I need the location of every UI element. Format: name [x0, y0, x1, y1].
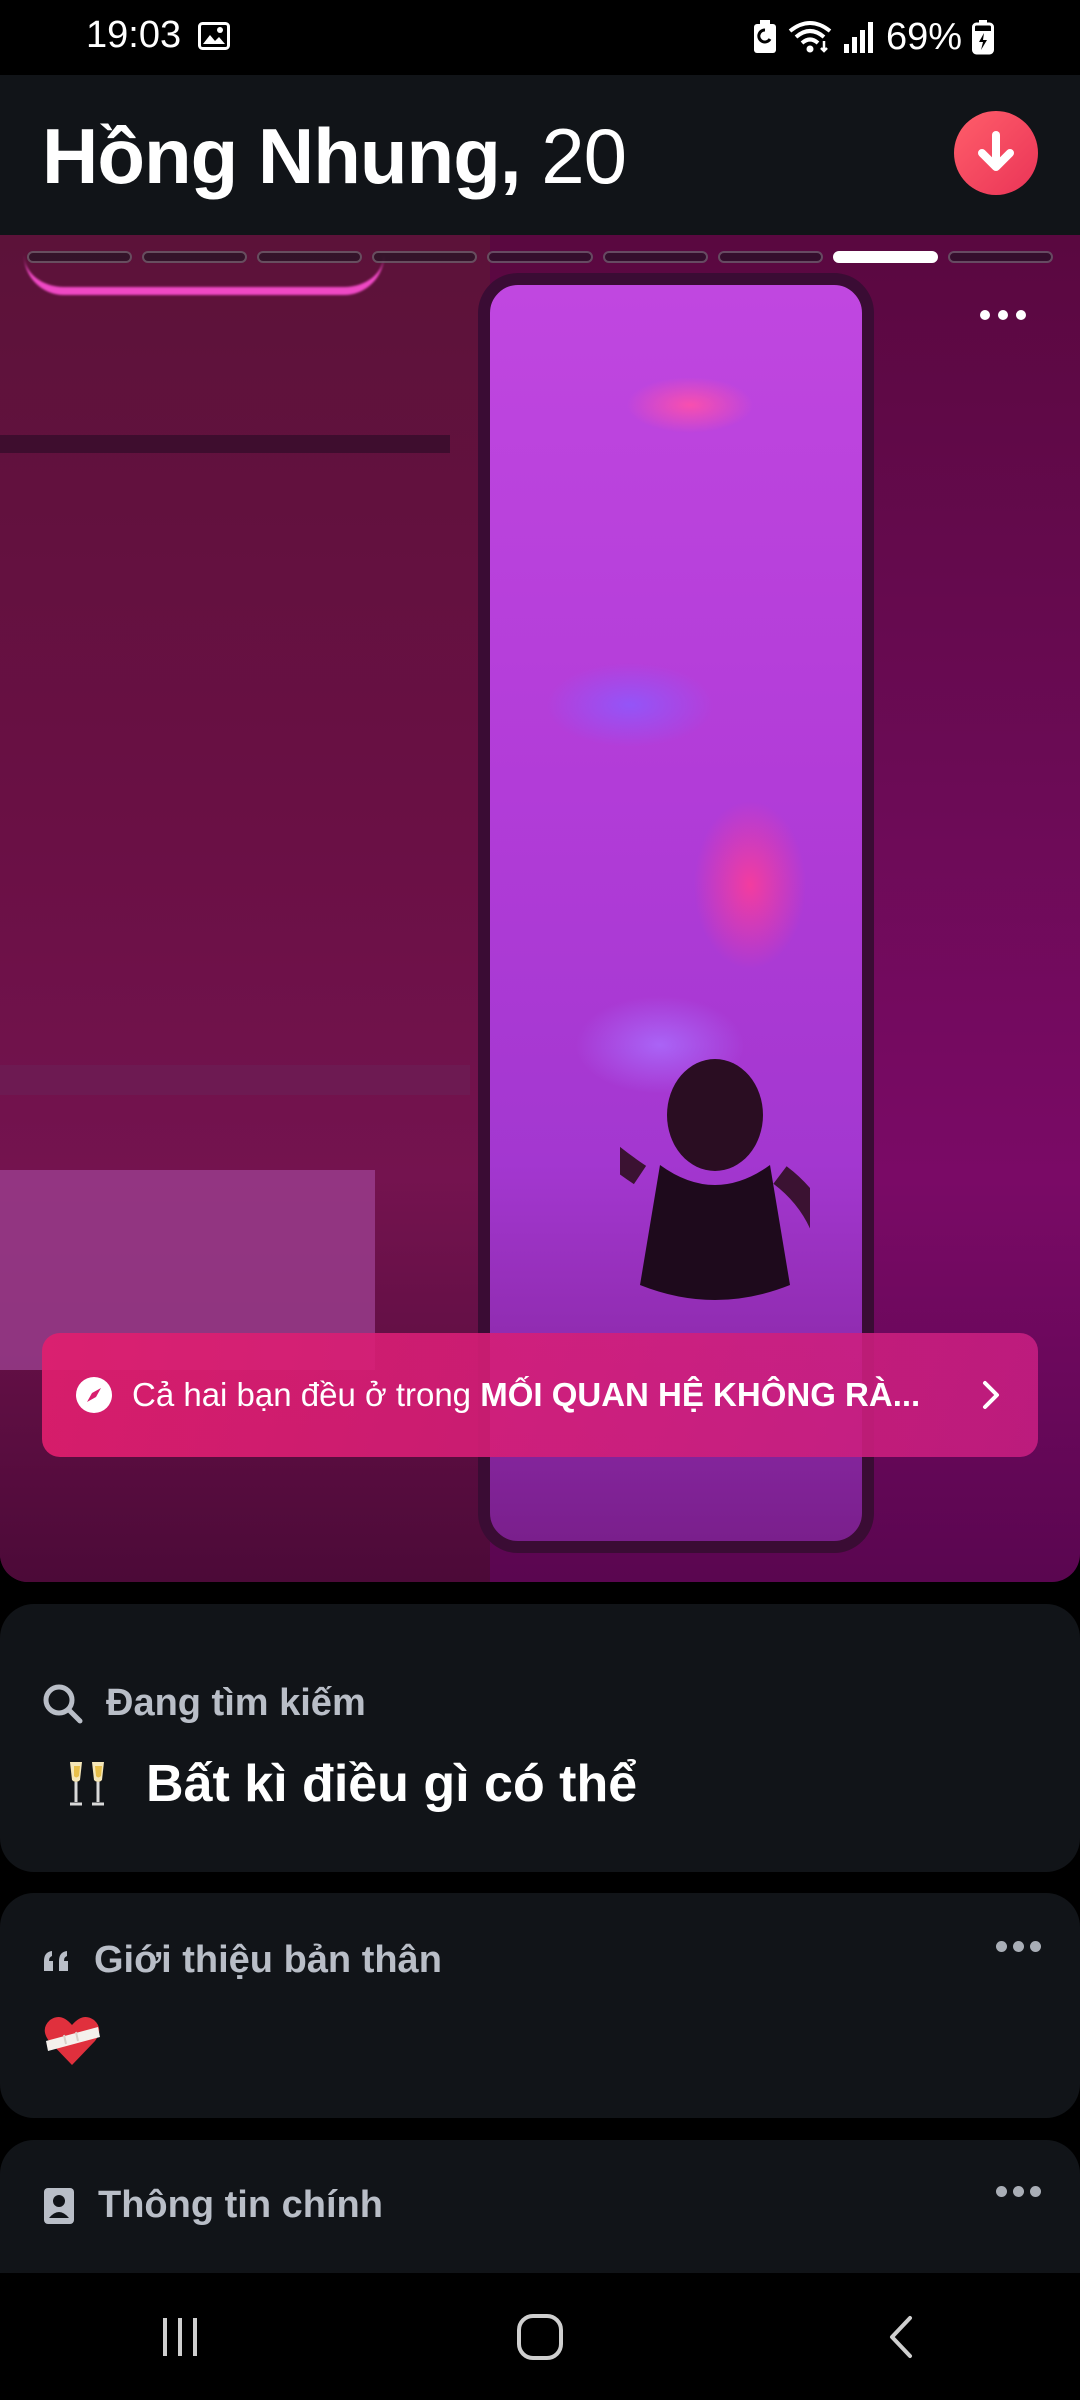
looking-for-value-row: Bất kì điều gì có thể	[64, 1754, 637, 1814]
arrow-down-icon	[978, 131, 1014, 171]
about-me-label: Giới thiệu bản thân	[94, 1939, 442, 1981]
chevron-right-icon	[983, 1381, 999, 1409]
battery-saver-icon	[753, 20, 776, 53]
system-navigation-bar	[0, 2273, 1080, 2400]
compass-icon	[76, 1377, 112, 1413]
photo-progress-segment	[372, 251, 478, 263]
more-dot-icon	[998, 310, 1008, 320]
basics-more-button[interactable]	[996, 2184, 1050, 2198]
photo-desk	[0, 1065, 470, 1095]
about-me-card: Giới thiệu bản thân	[0, 1893, 1080, 2118]
photo-progress-segment	[947, 251, 1053, 263]
about-me-header: Giới thiệu bản thân	[42, 1939, 442, 1982]
photo-progress-segment	[142, 251, 248, 263]
more-dot-icon	[1030, 1940, 1041, 1952]
more-dot-icon	[1013, 2185, 1024, 2197]
photo-progress-segment	[27, 251, 133, 263]
photo-progress-segment	[487, 251, 593, 263]
photo-progress-segment	[717, 251, 823, 263]
more-dot-icon	[1013, 1940, 1024, 1952]
looking-for-value: Bất kì điều gì có thể	[146, 1755, 638, 1813]
more-dot-icon	[1016, 310, 1026, 320]
bandaged-heart-icon	[44, 2016, 100, 2065]
gallery-notification-icon	[198, 22, 230, 50]
recent-apps-button[interactable]	[135, 2292, 225, 2382]
battery-charging-icon	[972, 20, 994, 55]
search-icon	[43, 1684, 83, 1723]
back-button[interactable]	[855, 2292, 945, 2382]
photo-progress-segment	[257, 251, 363, 263]
home-button[interactable]	[495, 2292, 585, 2382]
back-icon	[890, 2315, 912, 2358]
home-icon	[517, 2313, 563, 2360]
banner-prefix: Cả hai bạn đều ở trong	[132, 1376, 481, 1413]
looking-for-header: Đang tìm kiếm	[42, 1682, 366, 1725]
looking-for-card: Đang tìm kiếm Bất kì điều gì có thể	[0, 1604, 1080, 1872]
about-me-more-button[interactable]	[996, 1939, 1050, 1953]
more-dot-icon	[1030, 2185, 1041, 2197]
wifi-icon	[788, 21, 832, 53]
looking-for-label: Đang tìm kiếm	[106, 1682, 366, 1724]
neon-light	[24, 235, 384, 295]
photo-more-options-button[interactable]	[980, 303, 1040, 327]
champagne-glasses-icon	[70, 1762, 104, 1806]
photo-progress-segment-active	[832, 251, 938, 263]
banner-highlight: MỐI QUAN HỆ KHÔNG RÀ...	[480, 1376, 921, 1413]
status-right: 69%	[752, 14, 994, 60]
close-profile-button[interactable]	[954, 111, 1038, 195]
signal-icon	[843, 22, 873, 53]
banner-text: Cả hai bạn đều ở trong MỐI QUAN HỆ KHÔNG…	[132, 1376, 976, 1414]
status-time: 19:03	[86, 14, 182, 56]
more-dot-icon	[996, 1940, 1007, 1952]
quote-icon	[44, 1950, 68, 1971]
battery-percentage: 69%	[885, 15, 962, 58]
profile-header: Hồng Nhung, 20	[0, 75, 1080, 235]
shared-relationship-banner[interactable]: Cả hai bạn đều ở trong MỐI QUAN HỆ KHÔNG…	[42, 1333, 1038, 1457]
photo-shelf	[0, 435, 450, 453]
profile-photo[interactable]: Cả hai bạn đều ở trong MỐI QUAN HỆ KHÔNG…	[0, 235, 1080, 1582]
photo-progress-segment	[602, 251, 708, 263]
profile-card-icon	[44, 2187, 74, 2224]
basics-header: Thông tin chính	[42, 2184, 383, 2227]
profile-name-age: Hồng Nhung, 20	[42, 111, 627, 202]
basics-label: Thông tin chính	[98, 2184, 383, 2226]
recent-apps-icon	[163, 2317, 197, 2356]
more-dot-icon	[980, 310, 990, 320]
profile-name: Hồng Nhung,	[42, 112, 522, 200]
photo-progress-indicator	[27, 251, 1053, 263]
status-bar: 19:03 69%	[0, 0, 1080, 75]
more-dot-icon	[996, 2185, 1007, 2197]
profile-age: 20	[541, 112, 627, 200]
